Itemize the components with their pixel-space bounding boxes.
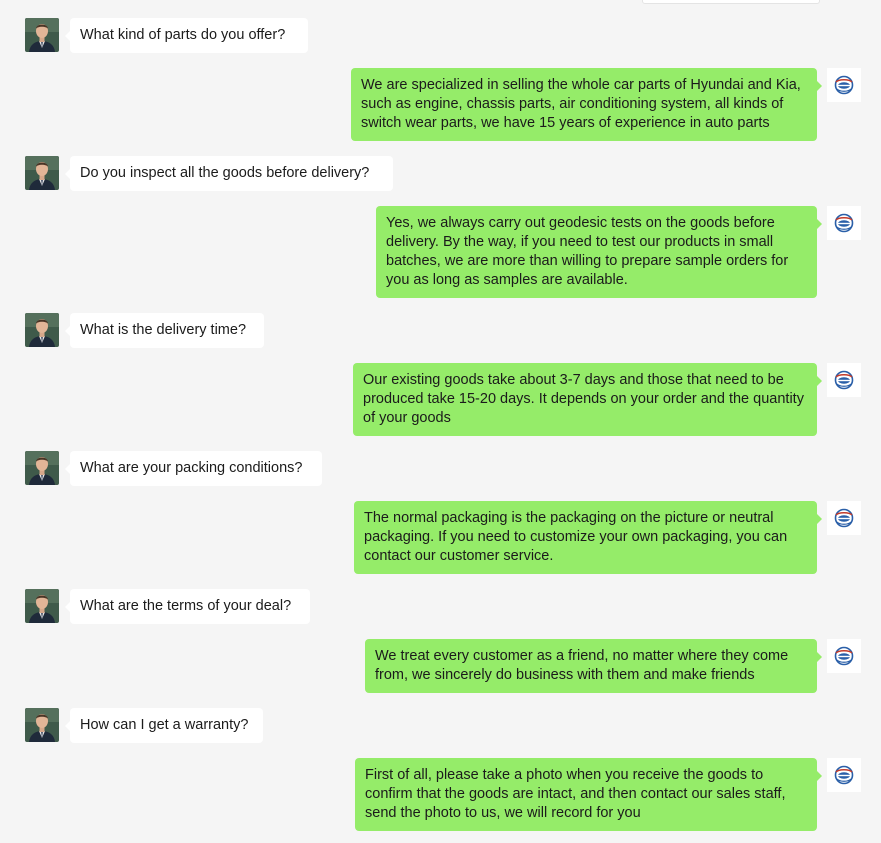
- user-message-bubble[interactable]: How can I get a warranty?: [65, 708, 263, 743]
- bot-message-bubble[interactable]: First of all, please take a photo when y…: [355, 758, 822, 831]
- user-avatar-photo: [25, 589, 59, 623]
- user-avatar-photo: [25, 156, 59, 190]
- company-logo-icon: [827, 363, 861, 397]
- bot-message-bubble[interactable]: We treat every customer as a friend, no …: [365, 639, 822, 693]
- bot-avatar[interactable]: [827, 363, 861, 397]
- bot-message-bubble[interactable]: Our existing goods take about 3-7 days a…: [353, 363, 822, 436]
- user-avatar-photo: [25, 708, 59, 742]
- user-message-bubble[interactable]: What are your packing conditions?: [65, 451, 322, 486]
- user-avatar-photo: [25, 18, 59, 52]
- company-logo-icon: [827, 206, 861, 240]
- bot-avatar[interactable]: [827, 639, 861, 673]
- bot-avatar[interactable]: [827, 68, 861, 102]
- user-message-bubble[interactable]: Do you inspect all the goods before deli…: [65, 156, 393, 191]
- company-logo-icon: [827, 501, 861, 535]
- company-logo-icon: [827, 758, 861, 792]
- company-logo-icon: [827, 68, 861, 102]
- user-message-bubble[interactable]: What are the terms of your deal?: [65, 589, 310, 624]
- chat-conversation: What kind of parts do you offer? We are …: [0, 0, 881, 843]
- user-avatar[interactable]: [25, 708, 59, 742]
- bot-message-bubble[interactable]: We are specialized in selling the whole …: [351, 68, 822, 141]
- bot-message-bubble[interactable]: The normal packaging is the packaging on…: [354, 501, 822, 574]
- user-avatar[interactable]: [25, 156, 59, 190]
- user-message-bubble[interactable]: What kind of parts do you offer?: [65, 18, 308, 53]
- bot-message-bubble[interactable]: Yes, we always carry out geodesic tests …: [376, 206, 822, 298]
- previous-message-edge: [642, 0, 820, 4]
- user-avatar[interactable]: [25, 313, 59, 347]
- user-avatar-photo: [25, 313, 59, 347]
- user-message-bubble[interactable]: What is the delivery time?: [65, 313, 264, 348]
- company-logo-icon: [827, 639, 861, 673]
- bot-avatar[interactable]: [827, 206, 861, 240]
- user-avatar-photo: [25, 451, 59, 485]
- user-avatar[interactable]: [25, 589, 59, 623]
- bot-avatar[interactable]: [827, 501, 861, 535]
- bot-avatar[interactable]: [827, 758, 861, 792]
- user-avatar[interactable]: [25, 18, 59, 52]
- user-avatar[interactable]: [25, 451, 59, 485]
